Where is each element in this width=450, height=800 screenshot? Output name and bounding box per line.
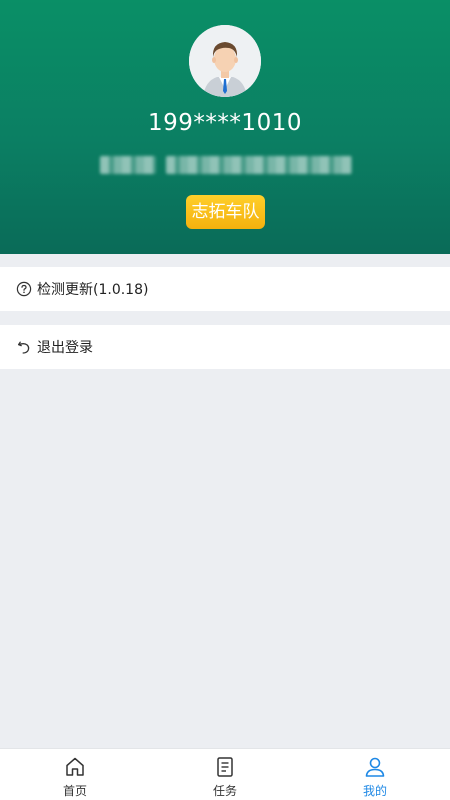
redacted-text <box>100 156 156 174</box>
home-icon <box>63 755 87 779</box>
tab-mine[interactable]: 我的 <box>300 749 450 800</box>
tab-mine-label: 我的 <box>362 784 387 798</box>
team-badge: 志拓车队 <box>186 195 265 229</box>
bottom-tab-bar: 首页 任务 我的 <box>0 748 450 800</box>
check-update-label: 检测更新(1.0.18) <box>37 282 149 298</box>
undo-arrow-icon <box>16 339 32 355</box>
redacted-text <box>166 156 352 174</box>
help-circle-icon <box>16 281 32 297</box>
tab-home-label: 首页 <box>62 784 87 798</box>
user-icon <box>363 755 387 779</box>
phone-number: 199****1010 <box>148 110 302 136</box>
logout-row[interactable]: 退出登录 <box>0 325 450 369</box>
logout-label: 退出登录 <box>37 340 93 356</box>
user-avatar-icon <box>189 25 261 97</box>
check-update-row[interactable]: 检测更新(1.0.18) <box>0 267 450 311</box>
avatar[interactable] <box>189 25 261 97</box>
tab-tasks-label: 任务 <box>212 784 237 798</box>
tab-home[interactable]: 首页 <box>0 749 150 800</box>
profile-header: 199****1010 志拓车队 <box>0 0 450 254</box>
tab-tasks[interactable]: 任务 <box>150 749 300 800</box>
document-icon <box>213 755 237 779</box>
